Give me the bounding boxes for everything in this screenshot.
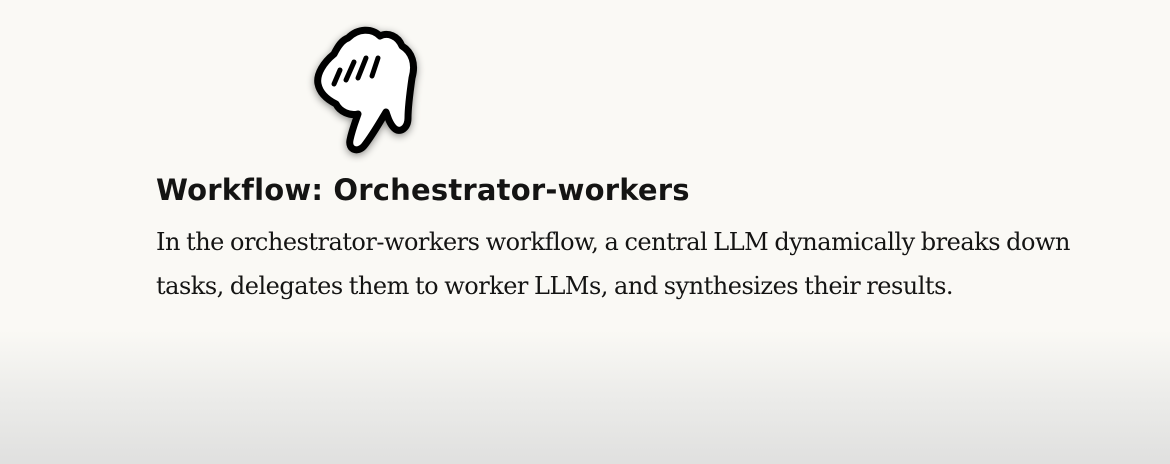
workflow-section: Workflow: Orchestrator-workers In the or…: [156, 168, 1116, 308]
section-title: Workflow: Orchestrator-workers: [156, 173, 690, 207]
pointing-hand-cursor-icon: [314, 26, 418, 154]
section-description: In the orchestrator-workers workflow, a …: [156, 228, 1070, 300]
